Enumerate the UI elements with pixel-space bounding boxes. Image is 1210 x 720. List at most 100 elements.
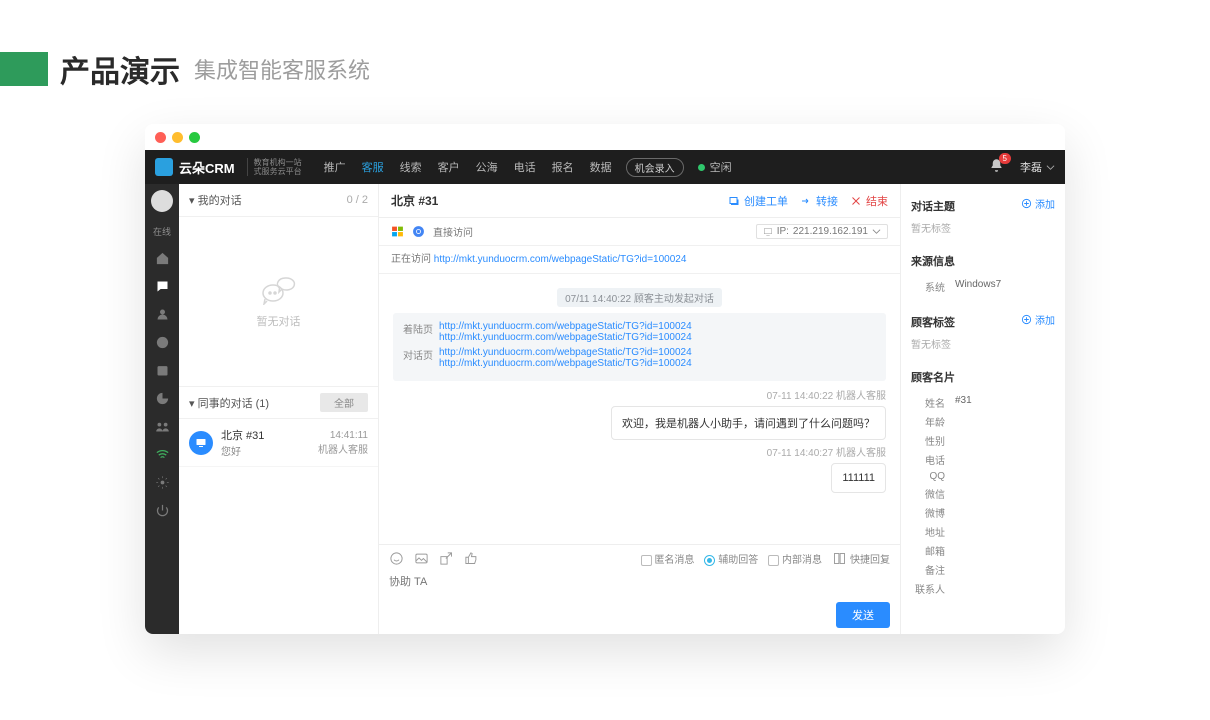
plus-circle-icon [1021,314,1032,325]
source-title: 来源信息 [911,253,1055,269]
tags-title: 顾客标签 [911,314,955,330]
status-idle[interactable]: 空闲 [698,159,732,175]
send-button[interactable]: 发送 [836,602,890,628]
app-window: 云朵CRM 教育机构一站式服务云平台 推广 客服 线索 客户 公海 电话 报名 … [145,124,1065,634]
my-conversations-header[interactable]: ▾ 我的对话 0 / 2 [179,184,378,217]
monitor-icon [763,227,773,237]
wifi-icon[interactable] [155,447,170,462]
nav-item[interactable]: 线索 [400,159,422,175]
nav-item-active[interactable]: 客服 [362,159,384,175]
details-panel: 对话主题添加 暂无标签 来源信息 系统Windows7 顾客标签添加 暂无标签 … [901,184,1065,634]
card-field[interactable]: 微信 [911,486,1055,501]
mac-titlebar [145,124,1065,150]
nav-item[interactable]: 数据 [590,159,612,175]
msg-meta: 07-11 14:40:27 机器人客服 [393,444,886,459]
colleague-conversations-header[interactable]: ▾ 同事的对话 (1) 全部 [179,387,378,419]
transfer-button[interactable]: 转接 [800,193,838,209]
notification-badge: 5 [999,153,1011,164]
ref-link[interactable]: http://mkt.yunduocrm.com/webpageStatic/T… [439,347,692,358]
internal-toggle[interactable]: 内部消息 [768,551,822,566]
create-ticket-button[interactable]: 创建工单 [728,193,788,209]
plus-circle-icon [1021,198,1032,209]
card-field[interactable]: 年龄 [911,414,1055,429]
avatar[interactable] [151,190,173,212]
check-circle-icon[interactable] [155,335,170,350]
empty-state: 暂无对话 [179,217,378,387]
nav-menu: 推广 客服 线索 客户 公海 电话 报名 数据 [324,159,612,175]
brand-sub: 教育机构一站式服务云平台 [247,158,302,176]
chat-scroll[interactable]: 07/11 14:40:22 顾客主动发起对话 着陆页http://mkt.yu… [379,274,900,544]
notification-bell[interactable]: 5 [989,158,1004,176]
end-button[interactable]: 结束 [850,193,888,209]
slide-subtitle: 集成智能客服系统 [194,53,370,85]
calendar-icon[interactable] [155,363,170,378]
rail-status: 在线 [153,225,171,238]
user-menu[interactable]: 李磊 [1020,159,1055,175]
filter-all-button[interactable]: 全部 [320,393,368,412]
anon-toggle[interactable]: 匿名消息 [641,551,695,566]
empty-chat-icon [261,275,297,305]
chevron-down-icon [872,227,881,236]
card-field[interactable]: QQ [911,471,1055,482]
brand-text: 云朵CRM [179,158,235,177]
card-field[interactable]: 姓名#31 [911,395,1055,410]
power-icon[interactable] [155,503,170,518]
image-icon[interactable] [414,551,429,566]
zoom-dot[interactable] [189,132,200,143]
home-icon[interactable] [155,251,170,266]
minimize-dot[interactable] [172,132,183,143]
compose-area: 匿名消息 辅助回答 内部消息 快捷回复 发送 [379,544,900,634]
add-topic-button[interactable]: 添加 [1021,196,1055,211]
visiting-link[interactable]: http://mkt.yunduocrm.com/webpageStatic/T… [434,254,687,265]
conversation-item[interactable]: 北京 #31 您好 14:41:11 机器人客服 [179,419,378,467]
gear-icon[interactable] [155,475,170,490]
ref-link[interactable]: http://mkt.yunduocrm.com/webpageStatic/T… [439,332,692,343]
card-field[interactable]: 电话 [911,452,1055,467]
message-input[interactable] [389,576,890,588]
like-icon[interactable] [464,551,479,566]
top-nav: 云朵CRM 教育机构一站式服务云平台 推广 客服 线索 客户 公海 电话 报名 … [145,150,1065,184]
nav-item[interactable]: 报名 [552,159,574,175]
message-bubble: 欢迎，我是机器人小助手，请问遇到了什么问题吗？ [611,406,886,440]
nav-item[interactable]: 电话 [514,159,536,175]
person-icon[interactable] [155,307,170,322]
card-field[interactable]: 地址 [911,524,1055,539]
card-title: 顾客名片 [911,369,1055,385]
card-field[interactable]: 微博 [911,505,1055,520]
card-field[interactable]: 性别 [911,433,1055,448]
windows-icon [391,225,404,238]
referrer-box: 着陆页http://mkt.yunduocrm.com/webpageStati… [393,313,886,381]
assist-toggle[interactable]: 辅助回答 [704,551,758,566]
card-field[interactable]: 邮箱 [911,543,1055,558]
sidebar-rail: 在线 [145,184,179,634]
monitor-icon [189,431,213,455]
message-bubble: 111111 [831,463,886,493]
nav-item[interactable]: 公海 [476,159,498,175]
add-tag-button[interactable]: 添加 [1021,312,1055,327]
pie-icon[interactable] [155,391,170,406]
card-field[interactable]: 备注 [911,562,1055,577]
close-dot[interactable] [155,132,166,143]
attachment-icon[interactable] [439,551,454,566]
quick-reply-button[interactable]: 快捷回复 [832,551,890,566]
slide-title: 产品演示 [60,47,180,91]
record-button[interactable]: 机会录入 [626,158,684,177]
ip-box[interactable]: IP: 221.219.162.191 [756,224,888,239]
chat-icon[interactable] [155,279,170,294]
accent-bar [0,52,48,86]
topic-title: 对话主题 [911,198,955,214]
brand[interactable]: 云朵CRM 教育机构一站式服务云平台 [155,158,302,177]
visiting-url-row: 正在访问 http://mkt.yunduocrm.com/webpageSta… [379,246,900,274]
access-label: 直接访问 [433,224,473,239]
chevron-down-icon [1046,163,1055,172]
system-chip: 07/11 14:40:22 顾客主动发起对话 [557,288,722,307]
ref-link[interactable]: http://mkt.yunduocrm.com/webpageStatic/T… [439,321,692,332]
group-icon[interactable] [155,419,170,434]
ref-link[interactable]: http://mkt.yunduocrm.com/webpageStatic/T… [439,358,692,369]
chrome-icon [412,225,425,238]
nav-item[interactable]: 推广 [324,159,346,175]
chat-title: 北京 #31 [391,192,438,209]
card-field[interactable]: 联系人 [911,581,1055,596]
nav-item[interactable]: 客户 [438,159,460,175]
emoji-icon[interactable] [389,551,404,566]
